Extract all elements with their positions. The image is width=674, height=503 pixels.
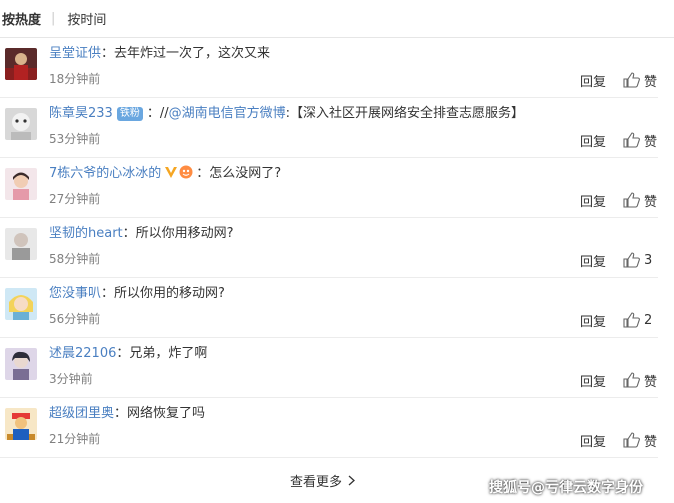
comment-actions: 回复 赞 [580,431,658,450]
thumbs-up-icon[interactable] [623,432,640,448]
thumbs-up-icon[interactable] [623,192,640,208]
username-link[interactable]: 陈章昊233 [49,106,113,121]
comment-text: 兄弟，炸了啊 [129,346,208,361]
verified-v-icon [165,167,178,178]
comment-content: 7栋六爷的心冰冰的 ：怎么没网了? [49,165,282,181]
reply-button[interactable]: 回复 [580,431,606,450]
comment-time: 27分钟前 [49,192,101,206]
comment-item: 坚韧的heart：所以你用移动网? 58分钟前 回复 3 [0,218,658,278]
fan-badge: 铁粉 [116,107,143,121]
like-label[interactable]: 赞 [644,71,658,90]
comment-actions: 回复 赞 [580,71,658,90]
username-link[interactable]: 7栋六爷的心冰冰的 [49,166,161,181]
comment-actions: 回复 3 [580,251,658,270]
comment-content: 述晨22106：兄弟，炸了啊 [49,346,208,361]
comment-content: 坚韧的heart：所以你用移动网? [49,226,234,241]
avatar[interactable] [5,408,37,440]
comment-text: 所以你用的移动网? [114,286,225,301]
avatar[interactable] [5,348,37,380]
comment-text: :【深入社区开展网络安全排查志愿服务】 [285,106,525,121]
avatar[interactable] [5,108,37,140]
comment-time: 53分钟前 [49,132,101,146]
comment-text: 所以你用移动网? [135,226,234,241]
comment-content: 您没事叭：所以你用的移动网? [49,286,225,301]
comment-time: 56分钟前 [49,312,101,326]
comment-item: 超级团里奥：网络恢复了吗 21分钟前 回复 赞 [0,398,658,458]
username-link[interactable]: 超级团里奥 [49,406,114,421]
avatar[interactable] [5,168,37,200]
reply-button[interactable]: 回复 [580,371,606,390]
reply-button[interactable]: 回复 [580,251,606,270]
comment-text: 怎么没网了? [209,166,282,181]
comment-time: 21分钟前 [49,432,101,446]
reply-button[interactable]: 回复 [580,311,606,330]
reply-button[interactable]: 回复 [580,71,606,90]
chevron-right-icon [348,475,355,486]
avatar[interactable] [5,48,37,80]
like-label[interactable]: 赞 [644,191,658,210]
watermark: 搜狐号@亏律云数字身份 [489,480,643,496]
avatar[interactable] [5,288,37,320]
comment-content: 呈堂证供：去年炸过一次了，这次又来 [49,46,271,61]
comment-actions: 回复 赞 [580,371,658,390]
mention-link[interactable]: @湖南电信官方微博 [169,106,286,121]
like-count[interactable]: 2 [644,313,658,328]
thumbs-up-icon[interactable] [623,312,640,328]
comment-content: 陈章昊233 铁粉 ：//@湖南电信官方微博:【深入社区开展网络安全排查志愿服务】 [49,106,525,121]
tab-hot[interactable]: 按热度 [2,9,41,28]
view-more-button[interactable]: 查看更多 [290,471,355,490]
comment-actions: 回复 赞 [580,131,658,150]
fan-level-icon [179,165,193,179]
comment-time: 3分钟前 [49,372,93,386]
comment-actions: 回复 2 [580,311,658,330]
comment-text-prefix: // [159,106,169,121]
like-label[interactable]: 赞 [644,431,658,450]
tab-divider: | [51,11,56,26]
thumbs-up-icon[interactable] [623,372,640,388]
thumbs-up-icon[interactable] [623,132,640,148]
comment-item: 陈章昊233 铁粉 ：//@湖南电信官方微博:【深入社区开展网络安全排查志愿服务】 … [0,98,658,158]
reply-button[interactable]: 回复 [580,131,606,150]
comment-item: 7栋六爷的心冰冰的 ：怎么没网了? 27分钟前 回复 赞 [0,158,658,218]
comment-time: 58分钟前 [49,252,101,266]
username-link[interactable]: 呈堂证供 [49,46,101,61]
like-label[interactable]: 赞 [644,371,658,390]
sort-tabs: 按热度 | 按时间 [0,0,674,38]
like-count[interactable]: 3 [644,253,658,268]
like-label[interactable]: 赞 [644,131,658,150]
comment-item: 您没事叭：所以你用的移动网? 56分钟前 回复 2 [0,278,658,338]
username-link[interactable]: 述晨22106 [49,346,116,361]
username-link[interactable]: 您没事叭 [49,286,101,301]
comment-item: 述晨22106：兄弟，炸了啊 3分钟前 回复 赞 [0,338,658,398]
tab-time[interactable]: 按时间 [67,9,106,28]
thumbs-up-icon[interactable] [623,72,640,88]
comment-actions: 回复 赞 [580,191,658,210]
avatar[interactable] [5,228,37,260]
view-more-label: 查看更多 [290,475,343,490]
comment-content: 超级团里奥：网络恢复了吗 [49,406,206,421]
reply-button[interactable]: 回复 [580,191,606,210]
username-link[interactable]: 坚韧的heart [49,226,123,241]
comment-text: 网络恢复了吗 [127,406,206,421]
comment-item: 呈堂证供：去年炸过一次了，这次又来 18分钟前 回复 赞 [0,38,658,98]
comment-text: 去年炸过一次了，这次又来 [114,46,271,61]
thumbs-up-icon[interactable] [623,252,640,268]
comment-time: 18分钟前 [49,72,101,86]
